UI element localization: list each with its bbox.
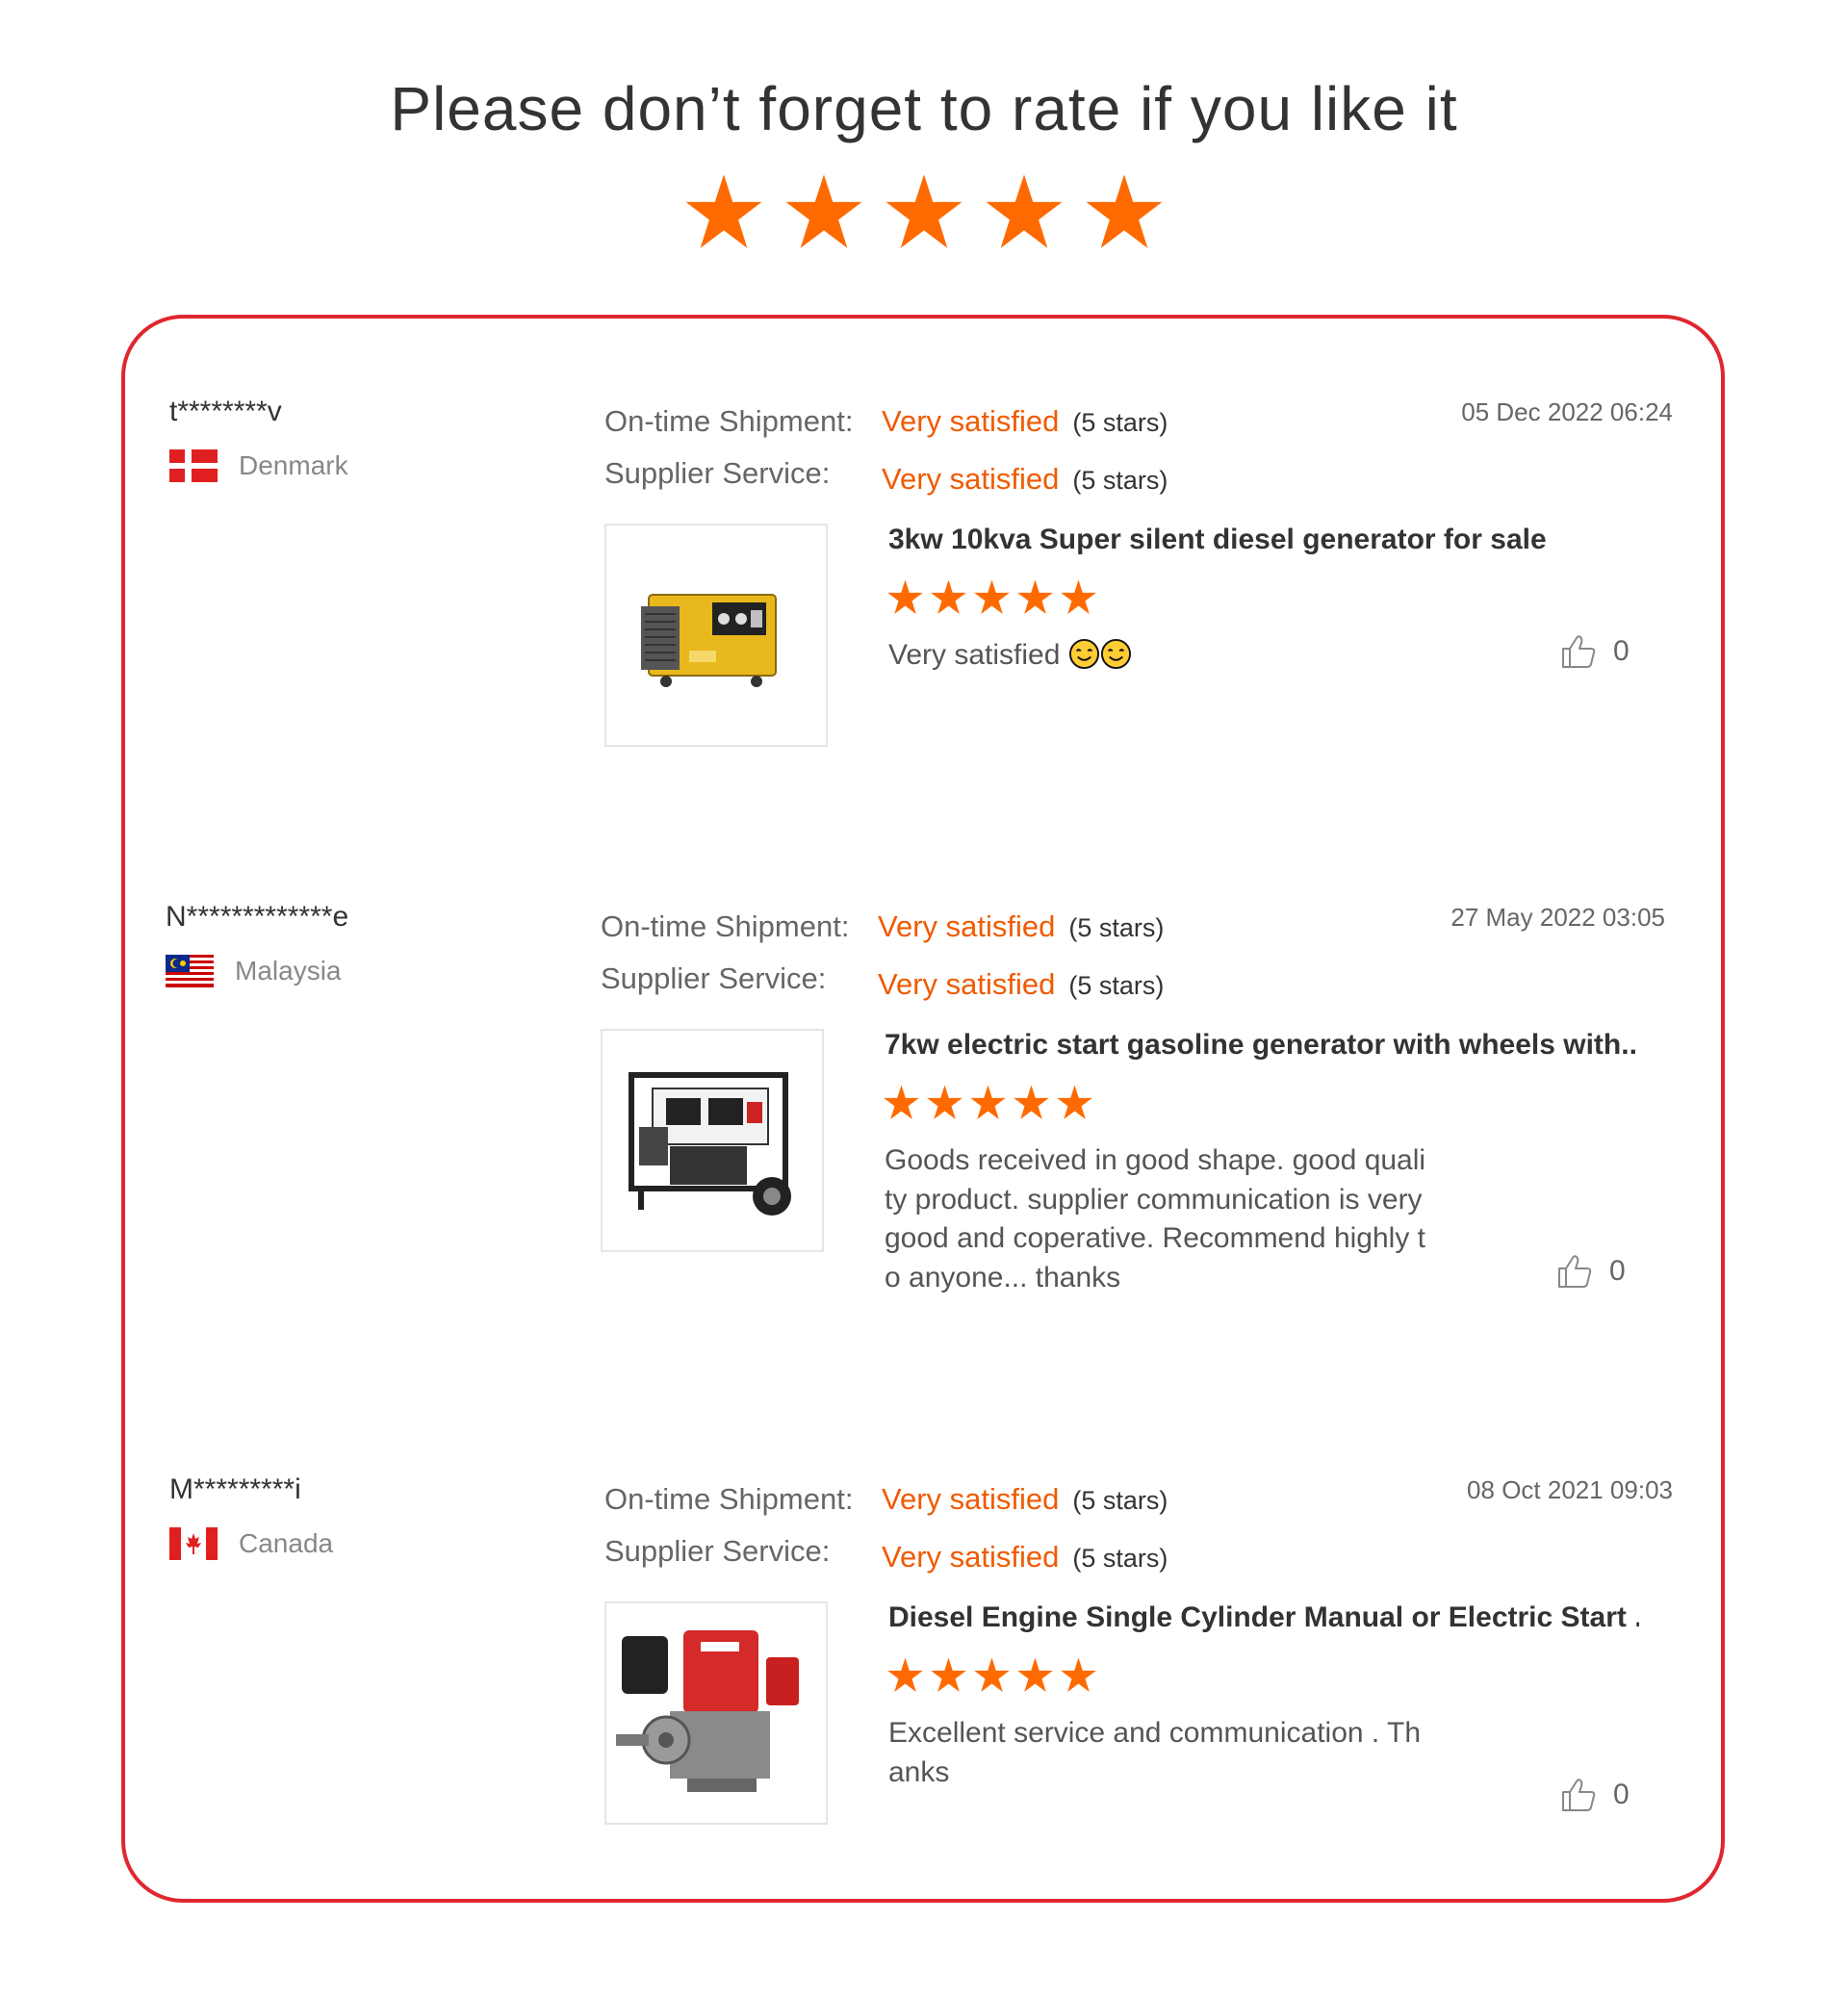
review-text: Very satisfied: [888, 636, 1427, 676]
review-date: 08 Oct 2021 09:03: [1467, 1475, 1673, 1504]
star-icon: [1013, 1084, 1050, 1121]
like-button[interactable]: 0: [1559, 632, 1630, 671]
buyer-country: Canada: [169, 1527, 333, 1560]
rating-values: Very satisfied (5 stars) Very satisfied (5…: [882, 396, 1168, 511]
star-icon: [883, 1084, 920, 1121]
shipment-label: On-time Shipment:: [604, 404, 854, 438]
product-rating-stars: [883, 1084, 1093, 1121]
country-name: Canada: [239, 1528, 334, 1558]
service-rating: Very satisfied: [878, 967, 1056, 1001]
rating-labels: On-time Shipment: Supplier Service:: [601, 901, 849, 1005]
shipment-rating: Very satisfied: [882, 1482, 1060, 1516]
service-stars: (5 stars): [1072, 1544, 1168, 1573]
shipment-stars: (5 stars): [1068, 913, 1165, 942]
thumbs-up-icon[interactable]: [1559, 1776, 1598, 1814]
service-stars: (5 stars): [1068, 971, 1165, 1000]
star-icon[interactable]: [683, 171, 764, 252]
diesel-engine-image[interactable]: [604, 1601, 828, 1825]
buyer-name: M*********i: [169, 1473, 301, 1505]
canada-flag-icon: [169, 1527, 218, 1560]
country-name: Malaysia: [235, 956, 342, 986]
like-count: 0: [1613, 635, 1630, 667]
star-icon: [973, 578, 1011, 616]
page-title: Please don’t forget to rate if you like …: [390, 74, 1458, 143]
service-label: Supplier Service:: [601, 961, 827, 995]
service-rating: Very satisfied: [882, 462, 1060, 496]
review-date: 05 Dec 2022 06:24: [1461, 397, 1673, 426]
shipment-stars: (5 stars): [1072, 408, 1168, 437]
star-icon: [886, 578, 924, 616]
star-icon: [1016, 578, 1054, 616]
malaysia-flag-icon: [166, 955, 214, 987]
star-icon: [930, 578, 967, 616]
shipment-rating: Very satisfied: [882, 404, 1060, 438]
buyer-country: Denmark: [169, 449, 348, 482]
country-name: Denmark: [239, 450, 348, 480]
product-title[interactable]: 3kw 10kva Super silent diesel generator …: [888, 524, 1639, 556]
star-icon[interactable]: [1084, 171, 1165, 252]
product-title[interactable]: 7kw electric start gasoline generator wi…: [885, 1029, 1635, 1062]
review-item: t********v Denmark On-time Shipment: Sup…: [125, 396, 1729, 896]
star-icon: [926, 1084, 963, 1121]
shipment-label: On-time Shipment:: [601, 909, 850, 943]
thumbs-up-icon[interactable]: [1559, 632, 1598, 671]
product-rating-stars: [886, 578, 1097, 616]
review-text-body: Very satisfied: [888, 639, 1061, 671]
star-icon: [969, 1084, 1007, 1121]
star-icon[interactable]: [984, 171, 1065, 252]
gasoline-generator-image[interactable]: [601, 1029, 824, 1252]
thumbs-up-icon[interactable]: [1555, 1252, 1594, 1291]
service-stars: (5 stars): [1072, 466, 1168, 495]
denmark-flag-icon: [169, 449, 218, 482]
product-rating-stars: [886, 1656, 1097, 1694]
like-button[interactable]: 0: [1559, 1776, 1630, 1814]
silent-diesel-generator-image[interactable]: [604, 524, 828, 747]
star-icon[interactable]: [884, 171, 964, 252]
review-text: Excellent service and communication . Th…: [888, 1717, 1422, 1788]
like-button[interactable]: 0: [1555, 1252, 1626, 1291]
like-count: 0: [1613, 1779, 1630, 1810]
service-label: Supplier Service:: [604, 456, 831, 490]
rating-values: Very satisfied (5 stars) Very satisfied (5…: [878, 901, 1164, 1016]
smile-emoji-icon: [1068, 638, 1100, 671]
shipment-rating: Very satisfied: [878, 909, 1056, 943]
shipment-stars: (5 stars): [1072, 1486, 1168, 1515]
buyer-name: t********v: [169, 396, 282, 427]
star-icon: [1060, 1656, 1097, 1694]
rating-labels: On-time Shipment: Supplier Service:: [604, 396, 853, 499]
star-icon: [930, 1656, 967, 1694]
like-count: 0: [1609, 1255, 1626, 1287]
review-item: N*************e Malaysia On-time Shipmen…: [121, 901, 1725, 1401]
review-item: M*********i Canada On-time Shipment: Sup…: [125, 1473, 1729, 1974]
review-text: Goods received in good shape. good quali…: [885, 1144, 1426, 1293]
reviews-card: t********v Denmark On-time Shipment: Sup…: [121, 315, 1725, 1903]
service-rating: Very satisfied: [882, 1540, 1060, 1574]
buyer-name: N*************e: [166, 901, 349, 933]
review-date: 27 May 2022 03:05: [1450, 903, 1665, 932]
rating-labels: On-time Shipment: Supplier Service:: [604, 1473, 853, 1577]
star-icon: [1060, 578, 1097, 616]
header-rating-stars: [0, 171, 1848, 252]
star-icon[interactable]: [783, 171, 864, 252]
buyer-country: Malaysia: [166, 955, 341, 987]
service-label: Supplier Service:: [604, 1534, 831, 1568]
star-icon: [1056, 1084, 1093, 1121]
star-icon: [1016, 1656, 1054, 1694]
product-title[interactable]: Diesel Engine Single Cylinder Manual or …: [888, 1601, 1639, 1634]
star-icon: [973, 1656, 1011, 1694]
smile-emoji-icon: [1100, 638, 1132, 671]
rating-values: Very satisfied (5 stars) Very satisfied (5…: [882, 1473, 1168, 1589]
star-icon: [886, 1656, 924, 1694]
shipment-label: On-time Shipment:: [604, 1482, 854, 1516]
